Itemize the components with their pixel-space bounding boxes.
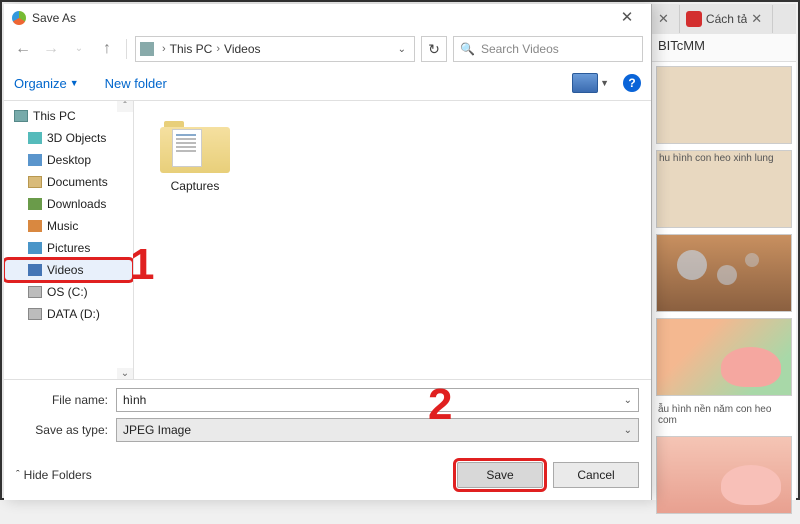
- tree-item-label: Music: [47, 219, 78, 233]
- browser-tabstrip: ✕ Cách tả ✕: [652, 4, 796, 34]
- up-button[interactable]: ↑: [96, 38, 118, 60]
- tree-item-label: Pictures: [47, 241, 90, 255]
- tree-item-downloads[interactable]: Downloads: [4, 193, 133, 215]
- divider: [126, 39, 127, 59]
- saveastype-select[interactable]: JPEG Image ⌄: [116, 418, 639, 442]
- disk-icon: [28, 286, 42, 298]
- tree-item-label: This PC: [33, 109, 76, 123]
- tree-item-label: 3D Objects: [47, 131, 106, 145]
- app-icon: [12, 11, 26, 25]
- new-folder-button[interactable]: New folder: [105, 76, 167, 91]
- chevron-down-icon[interactable]: ⌄: [398, 44, 406, 55]
- image-results: hu hình con heo xinh lung ẫu hình nền nă…: [652, 62, 796, 524]
- close-icon[interactable]: ✕: [751, 11, 762, 27]
- filename-value: hình: [123, 393, 146, 407]
- result-thumbnail[interactable]: [656, 318, 792, 396]
- breadcrumb-item[interactable]: This PC: [170, 42, 213, 56]
- site-icon: [686, 11, 702, 27]
- tree-item-desktop[interactable]: Desktop: [4, 149, 133, 171]
- saveastype-value: JPEG Image: [123, 423, 191, 437]
- save-button[interactable]: Save: [457, 462, 543, 488]
- desktop-icon: [28, 154, 42, 166]
- chevron-down-icon[interactable]: ▼: [600, 78, 609, 88]
- browser-window: ✕ Cách tả ✕ BITcMM hu hình con heo xinh …: [652, 4, 796, 500]
- hide-folders-button[interactable]: ˆ Hide Folders: [16, 468, 92, 482]
- tree-item-os-c-[interactable]: OS (C:): [4, 281, 133, 303]
- folder-icon: [160, 117, 230, 173]
- browser-address-text: BITcMM: [652, 34, 796, 62]
- chevron-right-icon: ›: [216, 43, 220, 55]
- saveastype-label: Save as type:: [16, 423, 116, 437]
- tree-item-label: Videos: [47, 263, 83, 277]
- chevron-down-icon[interactable]: ⌄: [624, 425, 632, 436]
- nav-tree[interactable]: ˆ ⌄ This PC 3D Objects Desktop Documents Dow…: [4, 101, 134, 379]
- history-dropdown[interactable]: ⌄: [68, 38, 90, 60]
- result-caption: ẫu hình nền năm con heocom: [656, 402, 792, 430]
- tree-item-videos[interactable]: Videos: [4, 259, 133, 281]
- save-as-dialog: Save As ✕ ← → ⌄ ↑ › This PC › Videos ⌄ ↻…: [4, 4, 652, 500]
- close-icon[interactable]: ✕: [658, 11, 669, 27]
- chevron-up-icon: ˆ: [16, 469, 20, 481]
- chevron-down-icon[interactable]: ⌄: [624, 395, 632, 406]
- tree-item-label: OS (C:): [47, 285, 88, 299]
- forward-button: →: [40, 38, 62, 60]
- result-thumbnail[interactable]: [656, 436, 792, 514]
- tree-item-pictures[interactable]: Pictures: [4, 237, 133, 259]
- tree-item-music[interactable]: Music: [4, 215, 133, 237]
- obj3d-icon: [28, 132, 42, 144]
- scroll-down-button[interactable]: ⌄: [117, 368, 133, 379]
- screenshot-frame: ✕ Cách tả ✕ BITcMM hu hình con heo xinh …: [0, 0, 800, 500]
- tree-item-data-d-[interactable]: DATA (D:): [4, 303, 133, 325]
- nav-row: ← → ⌄ ↑ › This PC › Videos ⌄ ↻ 🔍 Search …: [4, 32, 651, 66]
- pc-icon: [140, 42, 154, 56]
- filename-input[interactable]: hình ⌄: [116, 388, 639, 412]
- result-thumbnail[interactable]: [656, 234, 792, 312]
- titlebar: Save As ✕: [4, 4, 651, 32]
- form-area: File name: hình ⌄ Save as type: JPEG Ima…: [4, 379, 651, 452]
- close-button[interactable]: ✕: [607, 6, 647, 30]
- tree-item-label: Documents: [47, 175, 108, 189]
- actions-row: ˆ Hide Folders Save Cancel: [4, 452, 651, 500]
- tree-item-3d-objects[interactable]: 3D Objects: [4, 127, 133, 149]
- browser-tab-prev[interactable]: ✕: [652, 5, 680, 33]
- docs-icon: [28, 176, 42, 188]
- filename-label: File name:: [16, 393, 116, 407]
- view-button[interactable]: [572, 73, 598, 93]
- refresh-button[interactable]: ↻: [421, 36, 447, 62]
- down-icon: [28, 198, 42, 210]
- disk-icon: [28, 308, 42, 320]
- search-placeholder: Search Videos: [481, 42, 559, 56]
- toolbar: Organize▼ New folder ▼ ?: [4, 66, 651, 100]
- scroll-up-button[interactable]: ˆ: [117, 101, 133, 112]
- result-thumbnail[interactable]: [656, 66, 792, 144]
- chevron-right-icon: ›: [162, 43, 166, 55]
- chevron-down-icon: ▼: [70, 78, 79, 88]
- tree-item-this-pc[interactable]: This PC: [4, 105, 133, 127]
- cancel-button[interactable]: Cancel: [553, 462, 639, 488]
- organize-button[interactable]: Organize▼: [14, 76, 79, 91]
- back-button[interactable]: ←: [12, 38, 34, 60]
- tree-item-label: DATA (D:): [47, 307, 100, 321]
- tree-item-documents[interactable]: Documents: [4, 171, 133, 193]
- search-input[interactable]: 🔍 Search Videos: [453, 36, 643, 62]
- tab-title: Cách tả: [706, 12, 747, 26]
- folder-name: Captures: [150, 179, 240, 193]
- pc-icon: [14, 110, 28, 122]
- folder-item[interactable]: Captures: [150, 117, 240, 193]
- dialog-body: ˆ ⌄ This PC 3D Objects Desktop Documents Dow…: [4, 100, 651, 379]
- breadcrumb-item[interactable]: Videos: [224, 42, 260, 56]
- dialog-title: Save As: [32, 11, 607, 25]
- videos-icon: [28, 264, 42, 276]
- search-icon: 🔍: [460, 42, 475, 56]
- browser-tab-active[interactable]: Cách tả ✕: [680, 5, 773, 33]
- help-button[interactable]: ?: [623, 74, 641, 92]
- pics-icon: [28, 242, 42, 254]
- result-caption: hu hình con heo xinh lung: [656, 150, 792, 228]
- breadcrumb[interactable]: › This PC › Videos ⌄: [135, 36, 415, 62]
- tree-item-label: Downloads: [47, 197, 106, 211]
- music-icon: [28, 220, 42, 232]
- file-list[interactable]: Captures: [134, 101, 651, 379]
- tree-item-label: Desktop: [47, 153, 91, 167]
